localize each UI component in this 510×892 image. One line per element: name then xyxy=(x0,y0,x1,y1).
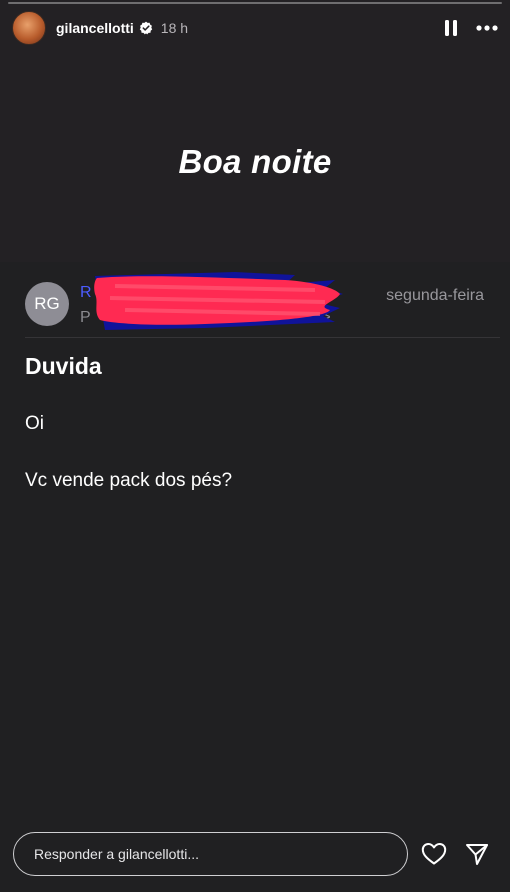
story-progress-bar xyxy=(8,2,502,4)
email-subject: Duvida xyxy=(25,353,102,379)
more-icon[interactable] xyxy=(476,25,498,31)
username[interactable]: gilancellotti xyxy=(56,20,134,36)
verified-badge-icon xyxy=(139,21,153,35)
sender-avatar: RG xyxy=(25,282,69,326)
email-body-line: Vc vende pack dos pés? xyxy=(25,470,233,491)
email-date: segunda-feira xyxy=(386,287,484,304)
story-text-headline: Boa noite xyxy=(178,143,332,180)
story-time-ago: 18 h xyxy=(160,20,189,36)
email-body: Oi Vc vende pack dos pés? xyxy=(25,412,485,526)
send-icon[interactable] xyxy=(465,842,489,866)
reply-input[interactable] xyxy=(13,832,408,876)
avatar[interactable] xyxy=(12,11,46,45)
divider xyxy=(25,337,500,338)
story-header: gilancellotti 18 h xyxy=(12,10,498,46)
email-header: RG R Pcom > segunda-feira xyxy=(25,272,484,332)
reply-bar xyxy=(13,832,497,876)
email-screenshot: RG R Pcom > segunda-feira Duvida Oi Vc v… xyxy=(0,262,510,892)
email-body-line: Oi xyxy=(25,413,44,434)
pause-icon[interactable] xyxy=(444,19,458,37)
heart-icon[interactable] xyxy=(421,842,447,866)
redaction-scribble xyxy=(94,272,343,330)
